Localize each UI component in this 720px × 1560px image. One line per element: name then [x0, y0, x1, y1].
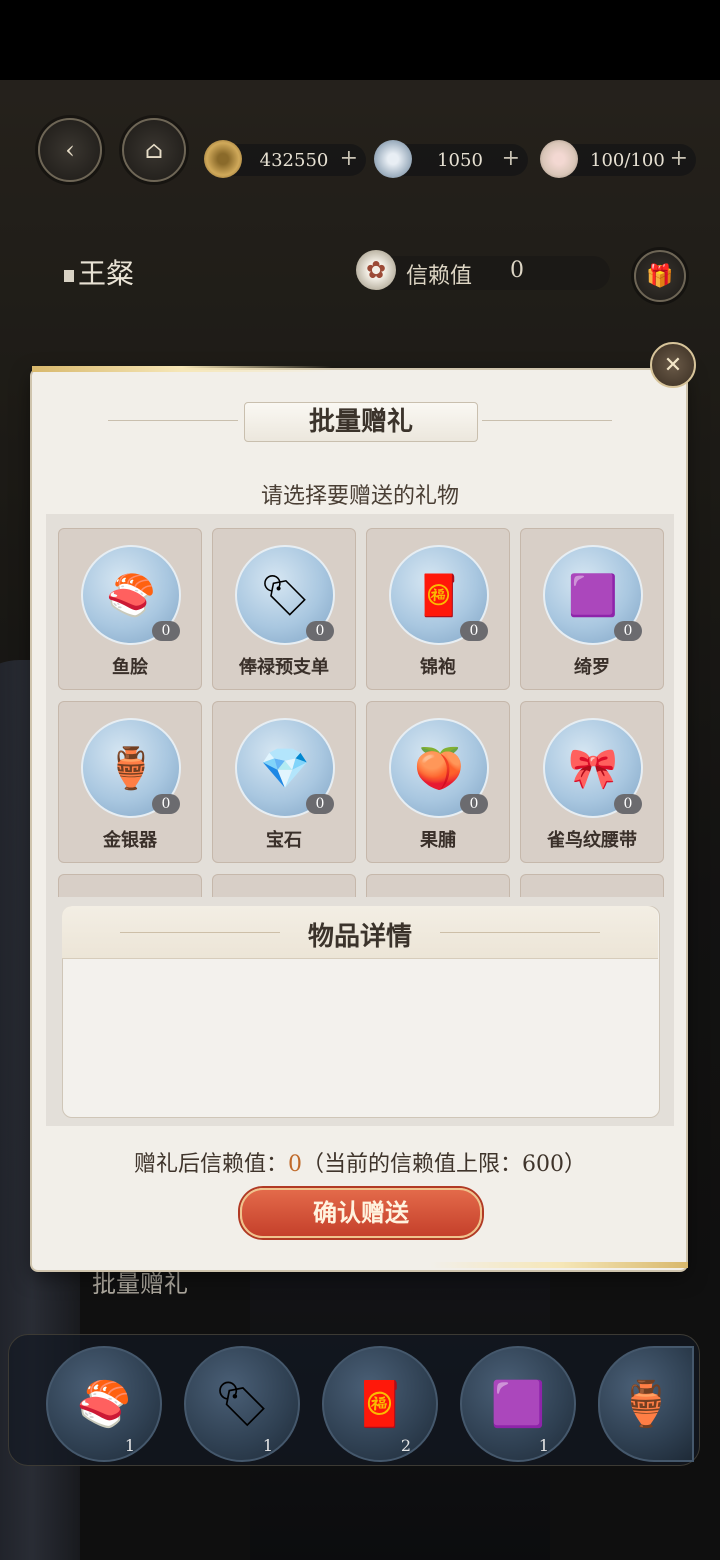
gift-card-gem[interactable]: 💎 0 宝石 — [212, 701, 356, 863]
item-count: 0 — [306, 794, 334, 814]
divider — [482, 420, 612, 421]
item-name: 金银器 — [103, 830, 157, 851]
back-button[interactable]: ‹ — [38, 118, 102, 182]
divider — [108, 420, 238, 421]
trust-label: 信赖值 — [406, 264, 473, 289]
close-icon: ✕ — [663, 352, 683, 378]
resource-silver: 1050 + — [374, 140, 528, 178]
item-name: 俸禄预支单 — [239, 657, 329, 678]
confirm-gift-button[interactable]: 确认赠送 — [240, 1188, 482, 1238]
dialog-subtitle: 请选择要赠送的礼物 — [260, 484, 459, 509]
resource-stamina: 100/100 + — [540, 140, 696, 178]
gift-card-brocade-robe[interactable]: 🧧 0 锦袍 — [366, 528, 510, 690]
wooden-tag-icon: 🏷 — [214, 1379, 270, 1430]
close-button[interactable]: ✕ — [650, 342, 696, 388]
after-gift-trust: 赠礼后信赖值：0（当前的信赖值上限：600） — [133, 1152, 586, 1177]
add-stamina-button[interactable]: + — [670, 146, 688, 171]
item-count: 0 — [306, 621, 334, 641]
silk-cloth-icon: 🟪 — [490, 1379, 546, 1430]
gift-card-silk[interactable]: 🟪 0 绮罗 — [520, 528, 664, 690]
gift-card-hidden[interactable] — [520, 874, 664, 897]
red-robe-icon: 🧧 — [352, 1379, 408, 1430]
add-silver-button[interactable]: + — [502, 146, 520, 171]
add-coins-button[interactable]: + — [340, 146, 358, 171]
food-bowl-icon — [540, 140, 578, 178]
resource-coins: 432550 + — [204, 140, 366, 178]
after-trust-value: 0 — [288, 1152, 302, 1177]
gift-card-dried-fruit[interactable]: 🍑 0 果脯 — [366, 701, 510, 863]
gift-card-gold-silver-ware[interactable]: 🏺 0 金银器 — [58, 701, 202, 863]
metal-ware-icon: 🏺 — [618, 1379, 674, 1430]
gift-card-hidden[interactable] — [58, 874, 202, 897]
item-detail-title: 物品详情 — [307, 922, 412, 952]
item-count: 0 — [460, 621, 488, 641]
item-name: 雀鸟纹腰带 — [547, 830, 637, 851]
plum-flower-icon: ✿ — [356, 250, 396, 290]
tray-slot-fish-dish[interactable]: 🍣 — [46, 1346, 162, 1462]
gift-card-fish-dish[interactable]: 🍣 0 鱼脍 — [58, 528, 202, 690]
item-count: 0 — [614, 621, 642, 641]
tray-slot-silk-cloth[interactable]: 🟪 — [460, 1346, 576, 1462]
pavilion-icon: ⌂ — [144, 136, 164, 164]
item-count: 0 — [614, 794, 642, 814]
tray-count: 1 — [262, 1436, 274, 1455]
coin-icon — [204, 140, 242, 178]
gift-box-icon: 🎁 — [646, 263, 674, 289]
dialog-title: 批量赠礼 — [244, 402, 478, 442]
tray-slot-red-robe[interactable]: 🧧 — [322, 1346, 438, 1462]
back-arrow-icon: ‹ — [65, 136, 75, 164]
gift-card-hidden[interactable] — [366, 874, 510, 897]
item-name: 绮罗 — [574, 657, 610, 678]
gold-trim — [32, 366, 332, 372]
gift-card-bird-belt[interactable]: 🎀 0 雀鸟纹腰带 — [520, 701, 664, 863]
item-count: 0 — [460, 794, 488, 814]
tray-count: 1 — [538, 1436, 550, 1455]
gift-button[interactable]: 🎁 — [634, 250, 686, 302]
tray-slot-wooden-tag[interactable]: 🏷 — [184, 1346, 300, 1462]
tray-count: 1 — [124, 1436, 136, 1455]
character-name: 王粲 — [64, 252, 134, 292]
silver-icon — [374, 140, 412, 178]
item-name: 鱼脍 — [112, 657, 148, 678]
gift-card-hidden[interactable] — [212, 874, 356, 897]
item-name: 宝石 — [266, 830, 302, 851]
gift-card-salary-note[interactable]: 🏷 0 俸禄预支单 — [212, 528, 356, 690]
item-name: 锦袍 — [420, 657, 456, 678]
trust-value: 0 — [510, 258, 524, 283]
tray-count: 2 — [400, 1436, 412, 1455]
fish-dish-icon: 🍣 — [76, 1379, 132, 1430]
gold-trim — [430, 1262, 688, 1268]
item-name: 果脯 — [420, 830, 456, 851]
home-pavilion-button[interactable]: ⌂ — [122, 118, 186, 182]
item-count: 0 — [152, 794, 180, 814]
item-count: 0 — [152, 621, 180, 641]
